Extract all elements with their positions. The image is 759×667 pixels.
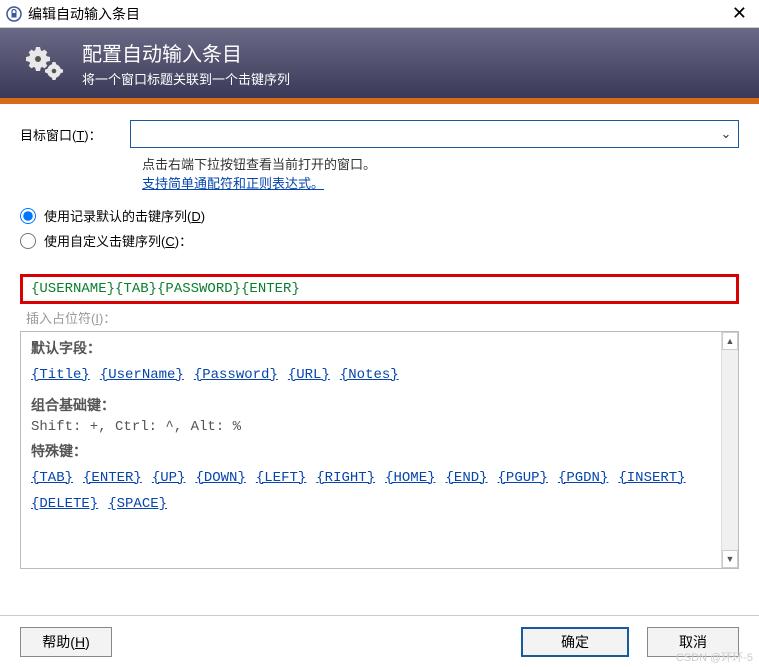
help-button[interactable]: 帮助(H) [20,627,112,657]
placeholder-token[interactable]: {END} [446,465,488,492]
radio-default-label: 使用记录默认的击键序列(D) [44,206,205,225]
placeholder-token[interactable]: {INSERT} [618,465,685,492]
placeholder-token[interactable]: {TAB} [31,465,73,492]
placeholder-token[interactable]: {PGDN} [558,465,608,492]
target-hint-text: 点击右端下拉按钮查看当前打开的窗口。 [142,154,739,173]
watermark: CSDN @环环-5 [676,649,753,665]
scrollbar[interactable]: ▲ ▼ [721,332,739,568]
scroll-down-icon[interactable]: ▼ [722,550,738,568]
radio-default-sequence[interactable] [20,208,36,224]
header-banner: 配置自动输入条目 将一个窗口标题关联到一个击键序列 [0,28,759,98]
combo-keys-desc: Shift: +, Ctrl: ^, Alt: % [31,419,711,435]
placeholder-token[interactable]: {Password} [194,362,278,389]
placeholder-token[interactable]: {URL} [288,362,330,389]
placeholder-token[interactable]: {UserName} [100,362,184,389]
placeholder-token[interactable]: {LEFT} [256,465,306,492]
target-window-label: 目标窗口(T)： [20,125,130,144]
default-fields-title: 默认字段： [31,338,711,358]
chevron-down-icon[interactable]: ⌄ [718,126,734,142]
gears-icon [20,39,68,87]
dialog-footer: 帮助(H) 确定 取消 [0,615,759,667]
placeholder-token[interactable]: {DOWN} [195,465,245,492]
placeholder-token[interactable]: {ENTER} [83,465,142,492]
combo-keys-title: 组合基础键： [31,395,711,415]
titlebar: 编辑自动输入条目 ✕ [0,0,759,28]
special-keys-tokens: {TAB} {ENTER} {UP} {DOWN} {LEFT} {RIGHT} {HOME… [31,465,711,518]
radio-custom-sequence[interactable] [20,233,36,249]
placeholder-token[interactable]: {PGUP} [498,465,548,492]
radio-custom-label: 使用自定义击键序列(C)： [44,231,192,250]
placeholder-token[interactable]: {SPACE} [108,491,167,518]
insert-placeholder-label: 插入占位符(I)： [26,308,759,327]
ok-button[interactable]: 确定 [521,627,629,657]
close-button[interactable]: ✕ [726,3,753,24]
lock-icon [6,6,22,22]
keystroke-sequence-input[interactable]: {USERNAME}{TAB}{PASSWORD}{ENTER} [20,274,739,304]
placeholder-token[interactable]: {Title} [31,362,90,389]
target-window-input[interactable] [135,122,718,146]
default-fields-tokens: {Title} {UserName} {Password} {URL} {Notes} [31,362,711,389]
scroll-track[interactable] [722,350,738,550]
header-subtitle: 将一个窗口标题关联到一个击键序列 [82,69,290,88]
placeholder-token[interactable]: {Notes} [340,362,399,389]
header-title: 配置自动输入条目 [82,38,290,67]
window-title: 编辑自动输入条目 [28,4,726,24]
placeholder-token[interactable]: {HOME} [385,465,435,492]
scroll-up-icon[interactable]: ▲ [722,332,738,350]
target-window-combobox[interactable]: ⌄ [130,120,739,148]
wildcard-regex-link[interactable]: 支持简单通配符和正则表达式。 [142,173,739,192]
placeholder-panel: 默认字段： {Title} {UserName} {Password} {URL} {N… [20,331,739,569]
placeholder-token[interactable]: {UP} [152,465,186,492]
placeholder-token[interactable]: {DELETE} [31,491,98,518]
placeholder-token[interactable]: {RIGHT} [316,465,375,492]
special-keys-title: 特殊键： [31,441,711,461]
